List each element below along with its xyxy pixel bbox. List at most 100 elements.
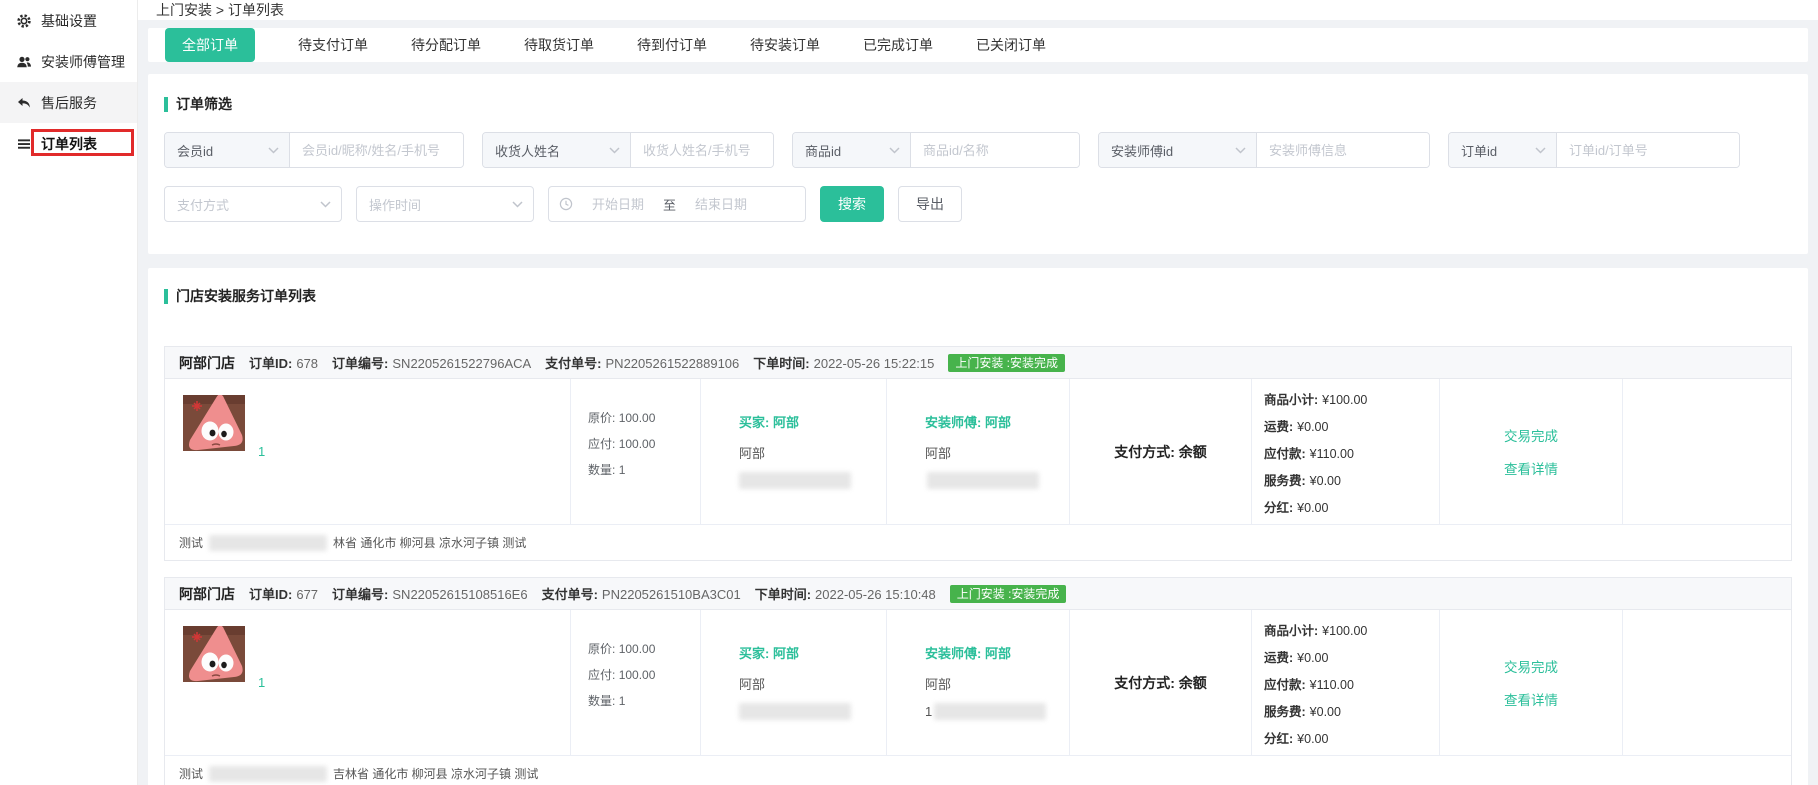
order-id-label: 订单ID: — [249, 356, 292, 371]
shipping-value: ¥0.00 — [1297, 420, 1328, 434]
member-id-select[interactable]: 会员id — [165, 133, 290, 167]
trade-status-text: 交易完成 — [1504, 656, 1558, 676]
subtotal-value: ¥100.00 — [1322, 624, 1367, 638]
view-detail-link[interactable]: 查看详情 — [1504, 458, 1558, 478]
buyer-title: 买家: 阿部 — [739, 412, 886, 431]
payment-label: 支付方式: — [1114, 444, 1175, 460]
action-cell: 交易完成 查看详情 — [1440, 610, 1623, 755]
chevron-down-icon — [1535, 147, 1546, 154]
start-date-input[interactable] — [577, 197, 659, 212]
trade-status-text: 交易完成 — [1504, 425, 1558, 445]
installer-id-select[interactable]: 安装师傅id — [1099, 133, 1257, 167]
section-title-bar — [164, 289, 168, 304]
product-image — [183, 626, 245, 682]
order-time-value: 2022-05-26 15:22:15 — [814, 356, 935, 371]
export-button[interactable]: 导出 — [898, 186, 962, 222]
order-list-panel: 门店安装服务订单列表 阿部门店 订单ID:678 订单编号:SN22052615… — [148, 268, 1808, 785]
installer-phone-prefix: 1 — [925, 704, 932, 719]
installer-nickname: 阿部 — [925, 443, 1069, 462]
redacted-address — [209, 535, 327, 551]
sidebar-item-label: 订单列表 — [41, 134, 97, 154]
payable-value: ¥110.00 — [1310, 447, 1354, 461]
users-icon — [16, 54, 32, 70]
order-status-badge: 上门安装 :安装完成 — [950, 585, 1067, 603]
date-range-picker[interactable]: 至 — [548, 186, 806, 222]
tab-pending-assignment[interactable]: 待分配订单 — [411, 35, 481, 55]
store-name: 阿部门店 — [179, 353, 235, 373]
sidebar-item-label: 基础设置 — [41, 11, 97, 31]
tab-closed[interactable]: 已关闭订单 — [976, 35, 1046, 55]
product-quantity: 1 — [258, 444, 265, 459]
sidebar-item-after-sale[interactable]: 售后服务 — [0, 82, 137, 123]
amounts-cell: 商品小计:¥100.00 运费:¥0.00 应付款:¥110.00 服务费:¥0… — [1252, 610, 1440, 755]
tab-all-orders[interactable]: 全部订单 — [165, 28, 255, 62]
order-body: 1 原价: 100.00 应付: 100.00 数量: 1 买家: 阿部 阿部 … — [165, 379, 1791, 524]
redacted-buyer-phone — [739, 703, 851, 720]
tab-completed[interactable]: 已完成订单 — [863, 35, 933, 55]
product-image — [183, 395, 245, 451]
filter-section-title: 订单筛选 — [164, 94, 1792, 114]
service-fee-value: ¥0.00 — [1310, 705, 1341, 719]
chevron-down-icon — [320, 201, 331, 208]
sidebar: 基础设置 安装师傅管理 售后服务 订单列表 — [0, 0, 138, 785]
search-button[interactable]: 搜索 — [820, 186, 884, 222]
installer-search-input[interactable] — [1257, 133, 1429, 167]
order-address-row: 测试 吉林省 通化市 柳河县 凉水河子镇 测试 — [165, 755, 1791, 785]
end-date-input[interactable] — [680, 197, 762, 212]
payment-label: 支付方式: — [1114, 675, 1175, 691]
date-separator: 至 — [663, 195, 676, 214]
order-search-input[interactable] — [1557, 133, 1739, 167]
pay-method-select[interactable]: 支付方式 — [164, 186, 342, 222]
filter-installer: 安装师傅id — [1098, 132, 1430, 168]
tab-pending-payment[interactable]: 待支付订单 — [298, 35, 368, 55]
due-price-label: 应付: — [588, 668, 615, 682]
sidebar-item-order-list[interactable]: 订单列表 — [0, 123, 137, 164]
quantity-value: 1 — [619, 463, 626, 477]
shipping-label: 运费: — [1264, 651, 1293, 665]
sidebar-item-basic-settings[interactable]: 基础设置 — [0, 0, 137, 41]
product-quantity: 1 — [258, 675, 265, 690]
order-time-value: 2022-05-26 15:10:48 — [815, 587, 936, 602]
receiver-name-select[interactable]: 收货人姓名 — [483, 133, 631, 167]
redacted-buyer-phone — [739, 472, 851, 489]
tab-pending-pickup[interactable]: 待取货订单 — [524, 35, 594, 55]
redacted-installer-phone — [934, 703, 1046, 720]
filter-receiver: 收货人姓名 — [482, 132, 774, 168]
service-fee-label: 服务费: — [1264, 705, 1306, 719]
filter-product: 商品id — [792, 132, 1080, 168]
store-name: 阿部门店 — [179, 584, 235, 604]
order-status-badge: 上门安装 :安装完成 — [948, 354, 1065, 372]
filter-order: 订单id — [1448, 132, 1740, 168]
order-id-select[interactable]: 订单id — [1449, 133, 1557, 167]
gear-icon — [16, 13, 32, 29]
sidebar-item-label: 安装师傅管理 — [41, 52, 125, 72]
view-detail-link[interactable]: 查看详情 — [1504, 689, 1558, 709]
list-section-title: 门店安装服务订单列表 — [164, 286, 1792, 306]
sidebar-item-installer-management[interactable]: 安装师傅管理 — [0, 41, 137, 82]
receiver-search-input[interactable] — [631, 133, 773, 167]
order-status-tabs: 全部订单 待支付订单 待分配订单 待取货订单 待到付订单 待安装订单 已完成订单… — [148, 28, 1808, 62]
original-price-label: 原价: — [588, 642, 615, 656]
product-search-input[interactable] — [911, 133, 1079, 167]
order-id-value: 677 — [296, 587, 318, 602]
main-content: 上门安装 > 订单列表 全部订单 待支付订单 待分配订单 待取货订单 待到付订单… — [138, 0, 1818, 785]
quantity-label: 数量: — [588, 463, 615, 477]
member-search-input[interactable] — [290, 133, 463, 167]
tab-pending-cod[interactable]: 待到付订单 — [637, 35, 707, 55]
product-id-select[interactable]: 商品id — [793, 133, 911, 167]
tab-pending-install[interactable]: 待安装订单 — [750, 35, 820, 55]
address-text: 吉林省 通化市 柳河县 凉水河子镇 测试 — [333, 765, 538, 782]
price-cell: 原价: 100.00 应付: 100.00 数量: 1 — [571, 610, 701, 755]
product-cell: 1 — [165, 379, 571, 524]
payment-cell: 支付方式: 余额 — [1070, 610, 1252, 755]
quantity-value: 1 — [619, 694, 626, 708]
operate-time-select[interactable]: 操作时间 — [356, 186, 534, 222]
order-no-value: SN2205261522796ACA — [392, 356, 531, 371]
redacted-address — [209, 766, 327, 782]
breadcrumb-bar: 上门安装 > 订单列表 — [138, 0, 1818, 20]
filter-row-1: 会员id 收货人姓名 商品id — [164, 132, 1792, 168]
payment-value: 余额 — [1179, 444, 1207, 460]
payable-label: 应付款: — [1264, 678, 1306, 692]
installer-title: 安装师傅: 阿部 — [925, 643, 1069, 662]
installer-nickname: 阿部 — [925, 674, 1069, 693]
